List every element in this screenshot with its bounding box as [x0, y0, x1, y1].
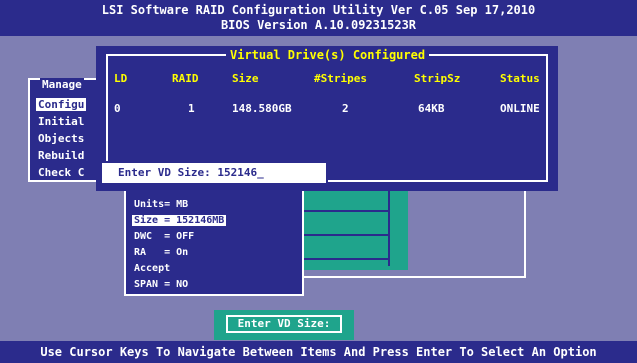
title-bar: LSI Software RAID Configuration Utility … [0, 0, 637, 36]
vd-size-value[interactable]: 152146_ [217, 166, 263, 179]
column-header-raid: RAID [172, 72, 199, 85]
bios-version: BIOS Version A.10.09231523R [220, 18, 417, 32]
grid-divider [388, 190, 390, 266]
vd-status: ONLINE [500, 102, 540, 115]
vd-raid: 1 [188, 102, 195, 115]
param-accept[interactable]: Accept [134, 263, 170, 274]
vd-stripes: 2 [342, 102, 349, 115]
column-header-ld: LD [114, 72, 128, 85]
menu-item-configure[interactable]: Configu [36, 98, 87, 111]
status-bar: Use Cursor Keys To Navigate Between Item… [0, 341, 637, 363]
param-dwc[interactable]: DWC = OFF [134, 231, 194, 242]
grid-divider [300, 258, 390, 260]
param-size[interactable]: Size = 152146MB [132, 215, 227, 226]
param-span[interactable]: SPAN = NO [134, 279, 188, 290]
app-title: LSI Software RAID Configuration Utility … [101, 3, 536, 17]
param-units[interactable]: Units= MB [134, 199, 188, 210]
param-ra[interactable]: RA = On [134, 247, 188, 258]
column-header-size: Size [232, 72, 259, 85]
vd-parameters-panel: RAID = 1 Units= MB Size = 152146MB DWC =… [124, 176, 304, 296]
menu-item-check-consistency[interactable]: Check C [38, 166, 84, 179]
column-header-stripsz: StripSz [414, 72, 461, 85]
vd-size-label: Enter VD Size: [118, 166, 218, 179]
menu-item-initialize[interactable]: Initial [38, 115, 84, 128]
enter-vd-size-prompt: Enter VD Size: [214, 310, 354, 340]
menu-item-rebuild[interactable]: Rebuild [38, 149, 84, 162]
vd-ld: 0 [114, 102, 121, 115]
vd-size-input[interactable]: Enter VD Size: 152146_ [100, 161, 328, 185]
grid-divider [300, 234, 390, 236]
dialog-title: Virtual Drive(s) Configured [226, 48, 430, 62]
menu-item-objects[interactable]: Objects [38, 132, 84, 145]
enter-vd-size-label: Enter VD Size: [226, 315, 342, 333]
grid-divider [300, 210, 390, 212]
vd-stripsz: 64KB [418, 102, 445, 115]
vd-size: 148.580GB [232, 102, 292, 115]
main-menu-title: Manage [40, 78, 84, 91]
column-header-status: Status [500, 72, 540, 85]
column-header-stripes: #Stripes [314, 72, 367, 85]
